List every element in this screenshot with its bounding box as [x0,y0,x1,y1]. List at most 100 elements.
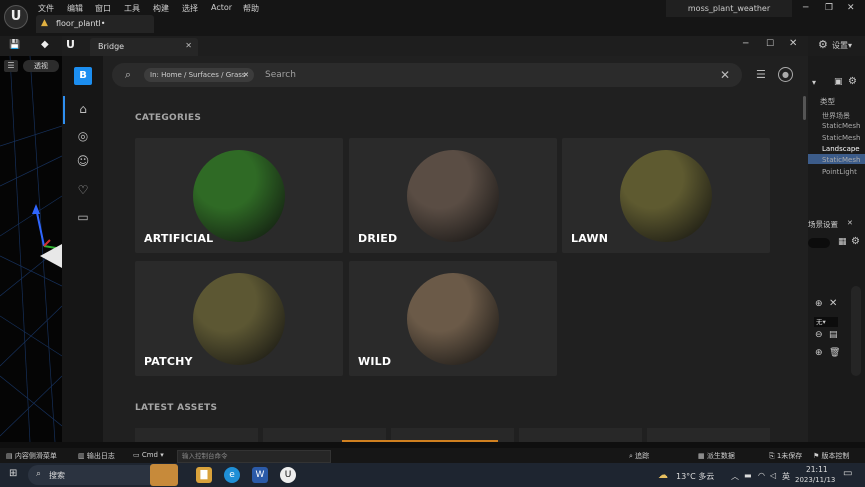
level-tab[interactable]: ▲ floor_plantl• [36,15,154,33]
notification-icon[interactable]: ▭ [843,468,852,479]
settings-button[interactable]: 设置▾ [832,40,852,51]
bridge-tab-label: Bridge [98,42,125,51]
close-icon[interactable]: ✕ [847,3,855,13]
edge-icon[interactable]: e [224,467,240,483]
remove-chip-icon[interactable]: ✕ [243,68,249,82]
maximize-icon[interactable]: ❐ [825,3,833,13]
close-icon[interactable]: ✕ [789,38,797,49]
viewport-grid [0,56,62,442]
content-icon[interactable]: ◆ [41,39,49,50]
category-card[interactable]: LAWN [562,138,770,253]
wifi-icon[interactable]: ◠ [758,471,765,480]
filter-icon[interactable]: ☰ [756,68,766,81]
clear-search-icon[interactable]: ✕ [720,68,730,82]
cmd-dropdown[interactable]: ▭ Cmd ▾ [133,451,164,459]
asset-card[interactable] [647,428,770,442]
outliner-item[interactable]: StaticMesh [822,156,860,164]
gear-icon[interactable]: ⚙ [848,76,857,87]
derived-data-button[interactable]: ▦ 派生数据 [698,451,735,461]
user-icon[interactable]: ☺ [75,153,91,169]
weather-icon: ☁ [658,470,668,481]
home-icon[interactable]: ⌂ [75,101,91,117]
add-icon[interactable]: ⊕ [815,348,823,358]
scrollbar[interactable] [851,286,861,376]
menu-edit[interactable]: 编辑 [67,3,83,14]
category-label: WILD [358,355,392,368]
globe-icon[interactable]: ◎ [75,128,91,144]
category-card[interactable]: PATCHY [135,261,343,376]
word-icon[interactable]: W [252,467,268,483]
material-sphere [407,273,499,365]
outliner-item[interactable]: StaticMesh [822,134,860,142]
category-card[interactable]: DRIED [349,138,557,253]
level-viewport[interactable]: ☰ 透视 [0,56,62,442]
heart-icon[interactable]: ♡ [75,182,91,198]
minimize-icon[interactable]: ─ [803,3,808,13]
source-control-button[interactable]: ⚑ 版本控制 [813,451,850,461]
console-input[interactable]: 输入控制台命令 [177,450,331,463]
scene-settings-tab[interactable]: 场景设置 [808,219,838,230]
material-sphere [407,150,499,242]
chevron-up-icon[interactable]: ︿ [731,471,739,482]
search-icon: ⌕ [36,469,42,479]
trace-button[interactable]: ⌕ 追踪 [629,451,649,461]
scrollbar[interactable] [803,96,806,120]
weather-text[interactable]: 13°C 多云 [676,471,714,482]
category-card[interactable]: WILD [349,261,557,376]
scene-search-input[interactable] [808,238,830,248]
menu-build[interactable]: 构建 [153,3,169,14]
minimize-icon[interactable]: ─ [743,39,748,49]
unreal-engine-icon[interactable]: U [280,467,296,483]
grid-icon[interactable]: ▦ [838,237,847,247]
category-label: DRIED [358,232,398,245]
bridge-tab[interactable]: Bridge ✕ [90,38,198,56]
windows-start-icon[interactable]: ⊞ [9,469,19,479]
clock-date[interactable]: 2023/11/13 [795,476,835,484]
clock-time[interactable]: 21:11 [806,465,828,474]
search-input[interactable] [265,68,565,82]
none-dropdown[interactable]: 无▾ [814,317,838,327]
back-icon[interactable]: ⊖ [815,330,823,340]
ime-indicator[interactable]: 英 [782,471,790,482]
menu-actor[interactable]: Actor [211,3,232,12]
content-drawer-button[interactable]: ▤ 内容侧滑菜单 [6,451,57,461]
folder-icon[interactable]: ▤ [829,330,838,340]
menu-help[interactable]: 帮助 [243,3,259,14]
speaker-icon[interactable]: ◁ [770,471,776,480]
trash-icon[interactable]: 🗑 [829,348,840,358]
material-sphere [193,273,285,365]
close-icon[interactable]: ✕ [847,219,853,227]
view-mode-button[interactable]: 透视 [23,60,59,72]
menu-file[interactable]: 文件 [38,3,54,14]
menu-select[interactable]: 选择 [182,3,198,14]
outliner-item[interactable]: StaticMesh [822,122,860,130]
asset-card[interactable] [519,428,642,442]
asset-card[interactable] [135,428,258,442]
sidebar-active-indicator [63,96,65,124]
menu-tools[interactable]: 工具 [124,3,140,14]
monitor-icon[interactable]: ▭ [75,209,91,225]
account-icon[interactable]: ● [778,67,793,82]
unsaved-button[interactable]: ⎘ 1未保存 [769,451,802,461]
save-icon[interactable]: 💾 [9,40,20,50]
menu-window[interactable]: 窗口 [95,3,111,14]
chevron-down-icon[interactable]: ▾ [812,78,816,87]
gear-icon[interactable]: ⚙ [851,236,860,247]
viewport-menu-button[interactable]: ☰ [4,60,18,72]
scope-chip[interactable]: In: Home / Surfaces / Grass ✕ [144,68,254,82]
category-card[interactable]: ARTIFICIAL [135,138,343,253]
add-icon[interactable]: ⊕ [815,299,823,309]
outliner-item[interactable]: PointLight [822,168,857,176]
folder-icon[interactable]: ▣ [834,77,843,87]
close-tab-icon[interactable]: ✕ [185,41,192,50]
file-explorer-icon[interactable]: ▇ [196,467,212,483]
output-log-button[interactable]: ▥ 输出日志 [78,451,115,461]
outliner-item[interactable]: 世界场景 [822,111,850,121]
gear-icon[interactable]: ⚙ [818,38,828,51]
search-highlight-icon [150,464,178,486]
close-icon[interactable]: ✕ [829,298,837,309]
unreal-logo-icon[interactable]: U [4,5,28,29]
outliner-item[interactable]: Landscape [822,145,860,153]
maximize-icon[interactable]: ☐ [766,39,774,49]
network-icon[interactable]: ▬ [744,471,752,480]
